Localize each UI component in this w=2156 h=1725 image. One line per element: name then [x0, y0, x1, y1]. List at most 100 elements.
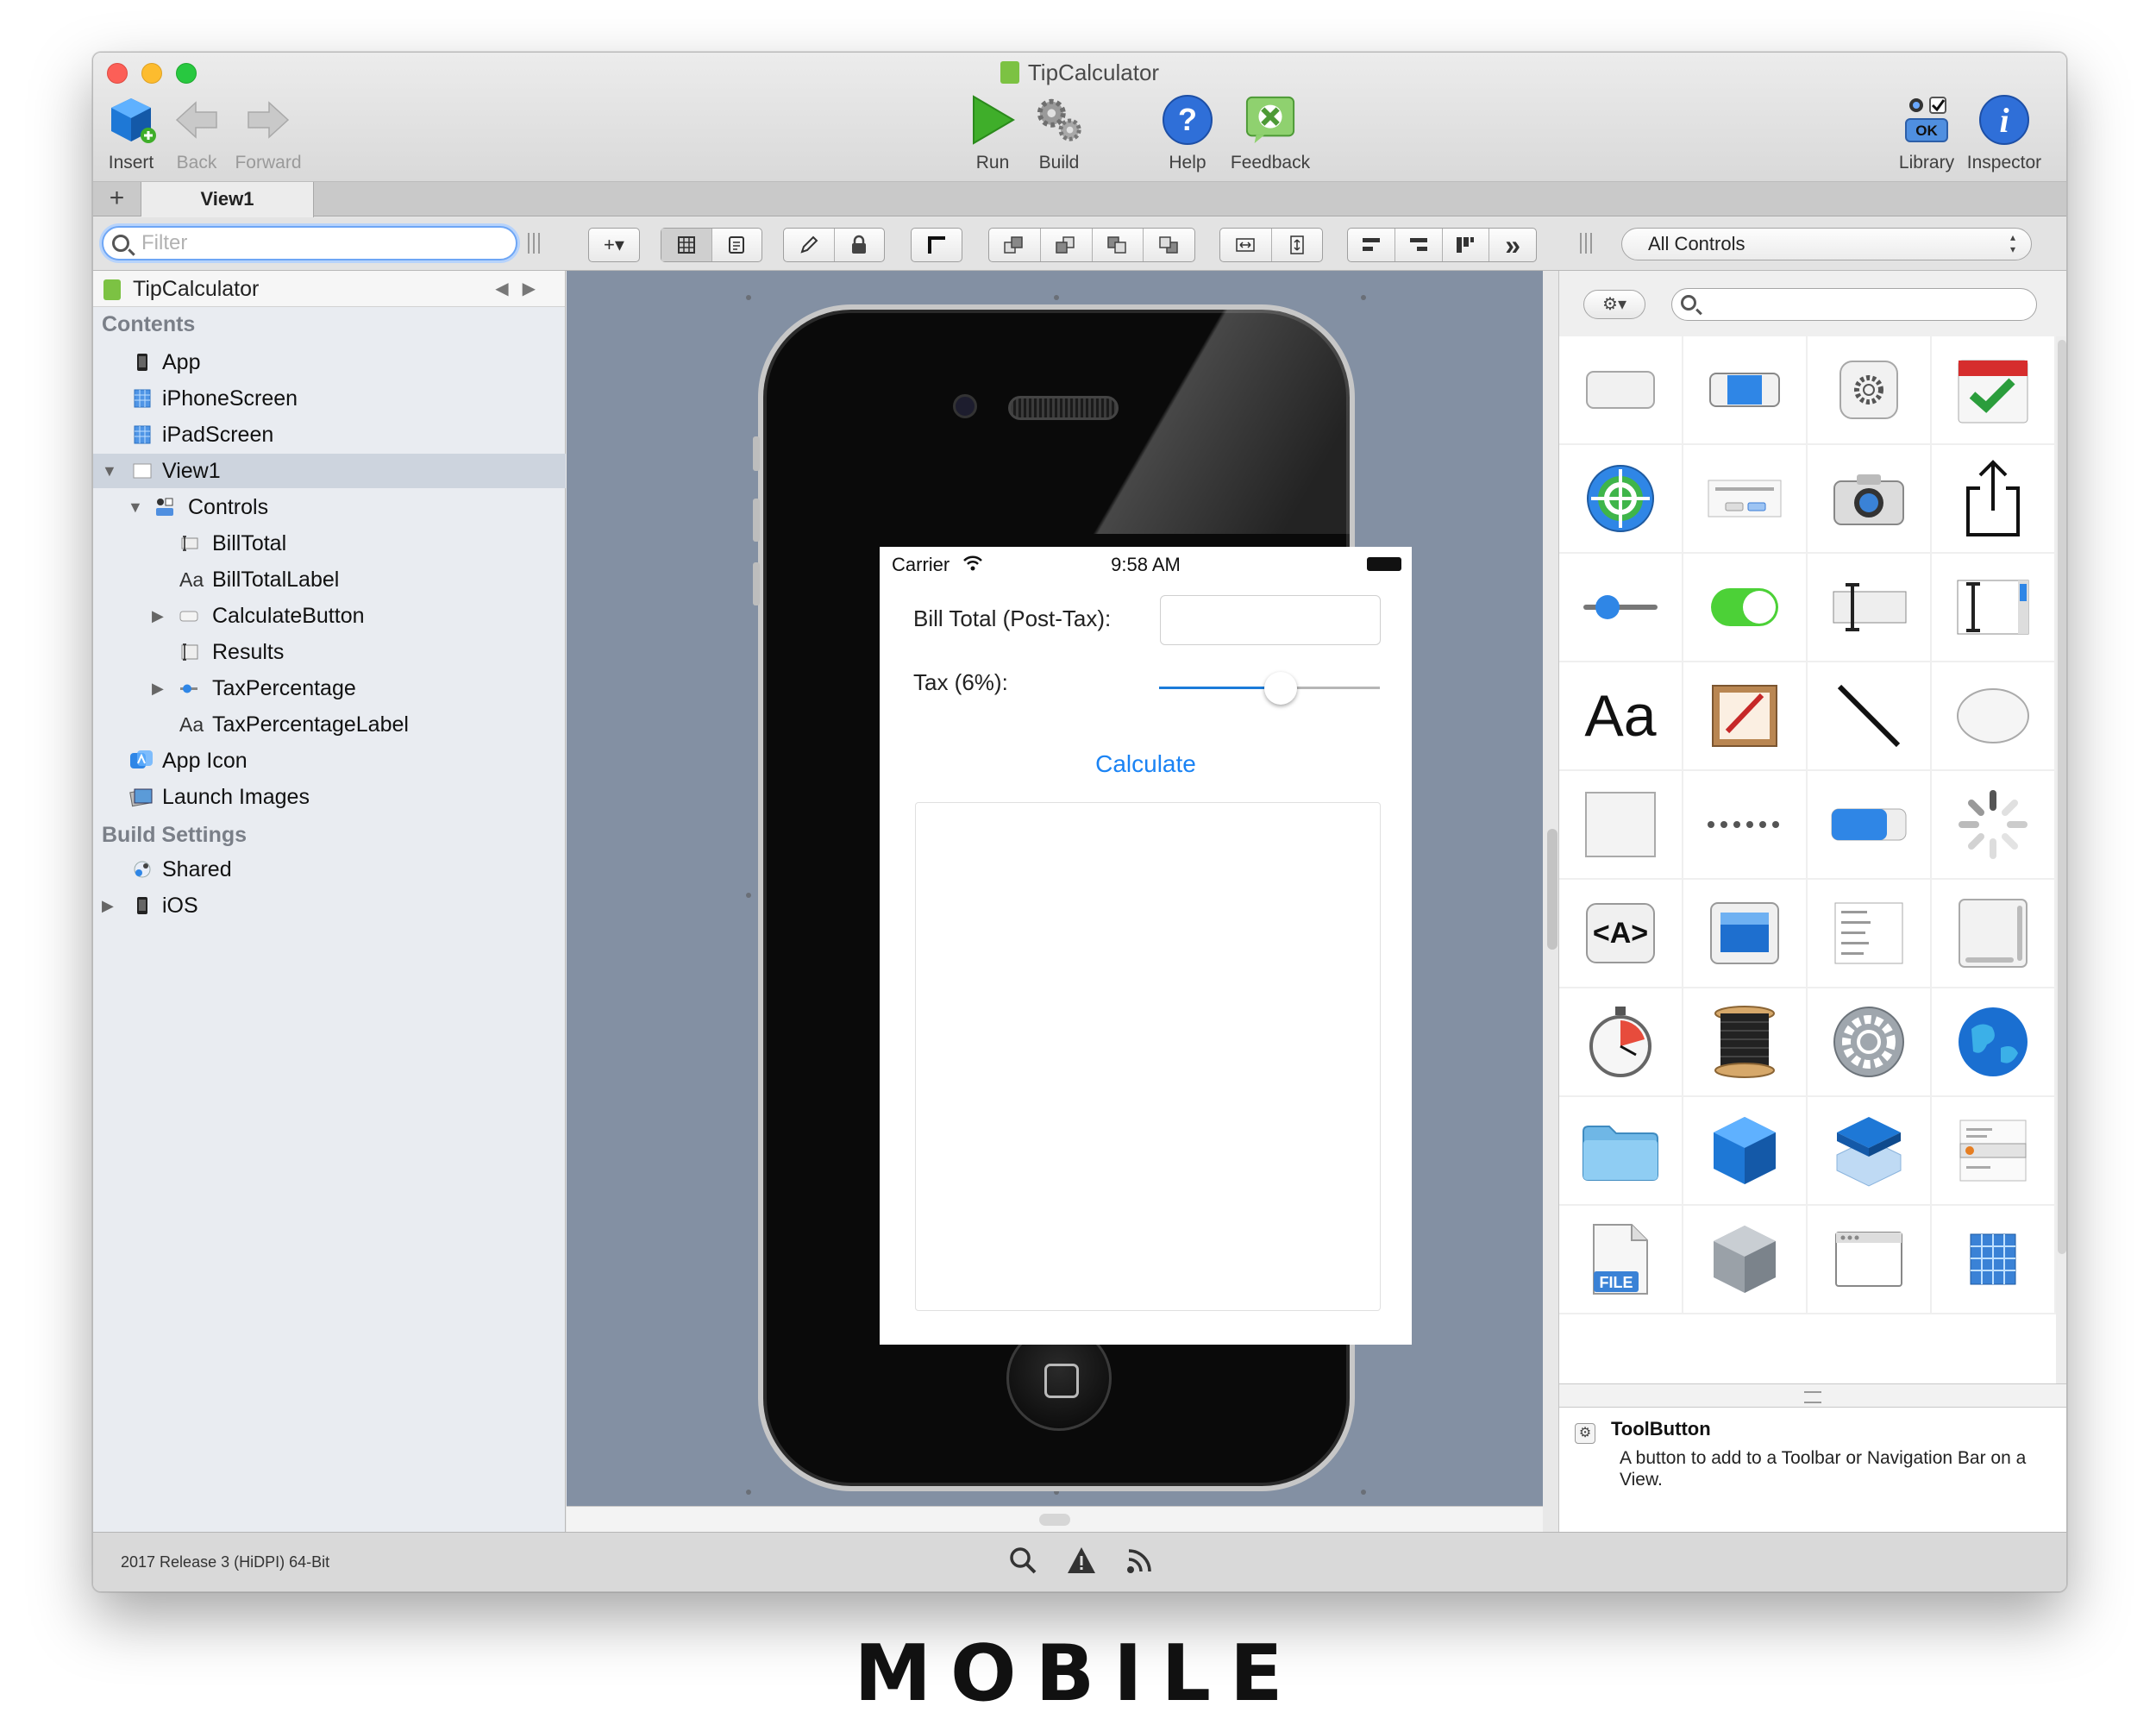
- selection-handle[interactable]: [746, 893, 751, 898]
- nav-item-taxpercentage[interactable]: ▶ TaxPercentage: [93, 671, 566, 706]
- same-height-icon[interactable]: [1272, 229, 1323, 261]
- canvas-scrollbar[interactable]: [1547, 829, 1557, 950]
- push-button-icon[interactable]: [1559, 336, 1683, 445]
- image-viewer-icon[interactable]: [1683, 880, 1808, 988]
- size-segment[interactable]: [1219, 228, 1323, 262]
- nav-item-view1[interactable]: ▼ View1: [93, 454, 566, 488]
- pencil-icon[interactable]: [784, 229, 835, 261]
- timer-icon[interactable]: [1559, 988, 1683, 1097]
- module-cube-icon[interactable]: [1683, 1097, 1808, 1206]
- nav-item-iphonescreen[interactable]: iPhoneScreen: [93, 381, 566, 416]
- align-right-icon[interactable]: [1395, 229, 1443, 261]
- nav-item-app[interactable]: App: [93, 345, 566, 380]
- library-button[interactable]: OK Library: [1892, 94, 1961, 173]
- grid-icon[interactable]: [1932, 1206, 2056, 1314]
- selection-handle[interactable]: [746, 295, 751, 300]
- arrange-segment[interactable]: [988, 228, 1195, 262]
- alert-dialog-icon[interactable]: [1683, 445, 1808, 554]
- splitter-grip-icon[interactable]: [528, 233, 540, 254]
- navigator-history-arrows[interactable]: ◀▶: [495, 271, 549, 307]
- nav-item-billtotal[interactable]: BillTotal: [93, 526, 566, 561]
- disclosure-closed-icon[interactable]: ▶: [152, 671, 164, 706]
- bring-forward-icon[interactable]: [1041, 229, 1093, 261]
- controls-filter-dropdown[interactable]: All Controls: [1621, 228, 2032, 260]
- corner-guide-button[interactable]: [911, 228, 962, 262]
- calendar-checkmark-icon[interactable]: [1932, 336, 2056, 445]
- more-tools-icon[interactable]: »: [1489, 229, 1536, 261]
- nav-item-billtotallabel[interactable]: Aa BillTotalLabel: [93, 562, 566, 597]
- align-top-icon[interactable]: [1443, 229, 1490, 261]
- selection-handle[interactable]: [1054, 295, 1059, 300]
- calculate-button[interactable]: Calculate: [880, 750, 1412, 778]
- feedback-button[interactable]: Feedback: [1223, 94, 1318, 173]
- line-icon[interactable]: [1808, 662, 1932, 771]
- class-icon[interactable]: [1683, 1206, 1808, 1314]
- tab-view1[interactable]: View1: [141, 182, 314, 217]
- library-splitter-grip-icon[interactable]: [1580, 233, 1592, 254]
- feed-icon[interactable]: [1125, 1545, 1156, 1576]
- code-view-icon[interactable]: [712, 229, 762, 261]
- canvas-resize-handle[interactable]: [1039, 1514, 1070, 1526]
- send-backward-icon[interactable]: [1093, 229, 1144, 261]
- segmented-control-icon[interactable]: [1683, 336, 1808, 445]
- view-mode-segment[interactable]: [661, 228, 762, 262]
- selection-handle[interactable]: [1361, 1490, 1366, 1495]
- settings-icon[interactable]: [1808, 336, 1932, 445]
- text-area-icon[interactable]: [1932, 554, 2056, 662]
- nav-item-ios[interactable]: ▶ iOS: [93, 888, 566, 923]
- location-target-icon[interactable]: [1559, 445, 1683, 554]
- insert-button[interactable]: Insert: [102, 94, 160, 173]
- oval-icon[interactable]: [1932, 662, 2056, 771]
- filter-search-field[interactable]: Filter: [102, 226, 517, 260]
- warning-icon[interactable]: [1066, 1545, 1097, 1576]
- toggle-switch-icon[interactable]: [1683, 554, 1808, 662]
- help-button[interactable]: ? Help: [1157, 94, 1218, 173]
- nav-item-ipadscreen[interactable]: iPadScreen: [93, 417, 566, 452]
- library-scrollbar[interactable]: [2058, 340, 2066, 1254]
- new-tab-button[interactable]: +: [93, 182, 141, 216]
- forward-button[interactable]: Forward: [231, 94, 305, 173]
- rectangle-icon[interactable]: [1559, 771, 1683, 880]
- search-icon[interactable]: [1007, 1545, 1038, 1576]
- library-search-field[interactable]: [1671, 288, 2037, 321]
- table-icon[interactable]: [1808, 880, 1932, 988]
- edit-lock-segment[interactable]: [783, 228, 885, 262]
- thread-spool-icon[interactable]: [1683, 988, 1808, 1097]
- container-icon[interactable]: [1808, 1097, 1932, 1206]
- library-split-handle[interactable]: [1559, 1383, 2066, 1408]
- page-control-icon[interactable]: [1683, 771, 1808, 880]
- nav-item-calculatebutton[interactable]: ▶ CalculateButton: [93, 599, 566, 633]
- same-width-icon[interactable]: [1220, 229, 1272, 261]
- back-button[interactable]: Back: [167, 94, 226, 173]
- nav-item-taxpercentagelabel[interactable]: Aa TaxPercentageLabel: [93, 707, 566, 742]
- bill-total-field[interactable]: [1160, 595, 1381, 645]
- align-segment[interactable]: »: [1347, 228, 1537, 262]
- nav-item-shared[interactable]: Shared: [93, 852, 566, 887]
- results-text-area[interactable]: [915, 802, 1381, 1311]
- tax-slider-thumb[interactable]: [1263, 672, 1297, 705]
- iphone-screen-view[interactable]: Carrier 9:58 AM Bill Total (Post-Tax): T…: [880, 547, 1412, 1345]
- align-left-icon[interactable]: [1348, 229, 1395, 261]
- nav-item-launch-images[interactable]: Launch Images: [93, 780, 566, 814]
- build-button[interactable]: Build: [1025, 94, 1094, 173]
- inspector-button[interactable]: i Inspector: [1963, 94, 2046, 173]
- canvas-icon[interactable]: [1683, 662, 1808, 771]
- run-button[interactable]: Run: [962, 94, 1023, 173]
- picker-icon[interactable]: [1932, 1097, 2056, 1206]
- nav-item-results[interactable]: Results: [93, 635, 566, 669]
- camera-icon[interactable]: [1808, 445, 1932, 554]
- slider-icon[interactable]: [1559, 554, 1683, 662]
- worker-gear-icon[interactable]: [1808, 988, 1932, 1097]
- disclosure-closed-icon[interactable]: ▶: [152, 599, 164, 633]
- html-viewer-icon[interactable]: <A>: [1559, 880, 1683, 988]
- layout-view-icon[interactable]: [661, 229, 712, 261]
- send-back-icon[interactable]: [1144, 229, 1194, 261]
- file-icon[interactable]: FILE: [1559, 1206, 1683, 1314]
- share-icon[interactable]: [1932, 445, 2056, 554]
- add-item-popup[interactable]: +▾: [588, 228, 640, 262]
- scroller-icon[interactable]: [1932, 880, 2056, 988]
- nav-item-app-icon[interactable]: App Icon: [93, 743, 566, 778]
- bring-front-icon[interactable]: [989, 229, 1041, 261]
- globe-icon[interactable]: [1932, 988, 2056, 1097]
- disclosure-closed-icon[interactable]: ▶: [102, 888, 114, 923]
